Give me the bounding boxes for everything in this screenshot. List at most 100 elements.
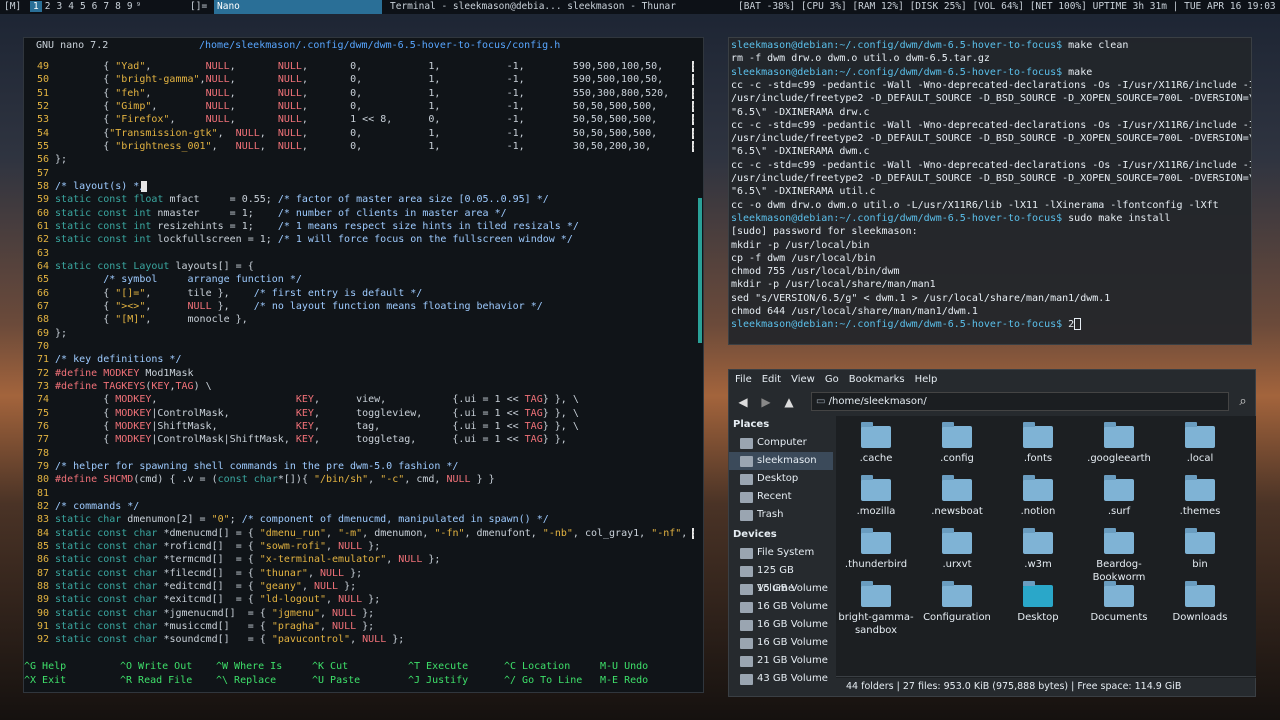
- sidebar-item[interactable]: Desktop: [729, 470, 833, 488]
- code-line[interactable]: 80 #define SHCMD(cmd) { .v = (const char…: [24, 473, 495, 486]
- layout-symbol[interactable]: []=: [190, 0, 207, 14]
- sidebar-item[interactable]: 16 GB Volume: [729, 616, 833, 634]
- sidebar-item[interactable]: 43 GB Volume: [729, 670, 833, 688]
- menu-go[interactable]: Go: [825, 374, 839, 385]
- location-bar[interactable]: ▭ /home/sleekmason/: [811, 392, 1229, 411]
- code-line[interactable]: 59 static const float mfact = 0.55; /* f…: [24, 193, 549, 206]
- code-area[interactable]: 49 { "Yad", NULL, NULL, 0, 1, -1, 590,50…: [24, 60, 694, 680]
- file-item[interactable]: .surf: [1079, 467, 1159, 518]
- code-line[interactable]: 83 static char dmenumon[2] = "0"; /* com…: [24, 513, 549, 526]
- sidebar-item[interactable]: 16 GB Volume: [729, 598, 833, 616]
- sidebar-item[interactable]: Recent: [729, 488, 833, 506]
- tag-3[interactable]: 3: [53, 1, 65, 12]
- code-line[interactable]: 53 { "Firefox", NULL, NULL, 1 << 8, 0, -…: [24, 113, 657, 126]
- code-line[interactable]: 62 static const int lockfullscreen = 1; …: [24, 233, 573, 246]
- code-line[interactable]: 68 { "[M]", monocle },: [24, 313, 248, 326]
- menu-help[interactable]: Help: [915, 374, 938, 385]
- file-item[interactable]: bin: [1160, 520, 1240, 571]
- sidebar-item[interactable]: sleekmason: [729, 452, 833, 470]
- tag-7[interactable]: 7: [100, 1, 112, 12]
- code-line[interactable]: 60 static const int nmaster = 1; /* numb…: [24, 207, 507, 220]
- nano-editor-window[interactable]: GNU nano 7.2 /home/sleekmason/.config/dw…: [23, 37, 704, 693]
- terminal-window[interactable]: sleekmason@debian:~/.config/dwm/dwm-6.5-…: [728, 37, 1252, 345]
- code-line[interactable]: 82 /* commands */: [24, 500, 139, 513]
- code-line[interactable]: 49 { "Yad", NULL, NULL, 0, 1, -1, 590,50…: [24, 60, 663, 73]
- code-line[interactable]: 55 { "brightness_001", NULL, NULL, 0, 1,…: [24, 140, 651, 153]
- code-line[interactable]: 86 static const char *termcmd[] = { "x-t…: [24, 553, 440, 566]
- thunar-window[interactable]: File Edit View Go Bookmarks Help ◀ ▶ ▲ ▭ /hom…: [728, 369, 1256, 697]
- code-line[interactable]: 89 static const char *exitcmd[] = { "ld-…: [24, 593, 380, 606]
- tag-1[interactable]: 1: [30, 1, 42, 12]
- code-line[interactable]: 72 #define MODKEY Mod1Mask: [24, 367, 194, 380]
- file-item[interactable]: .themes: [1160, 467, 1240, 518]
- code-line[interactable]: 81: [24, 487, 55, 500]
- tag-5[interactable]: 5: [77, 1, 89, 12]
- up-arrow-icon[interactable]: ▲: [781, 394, 797, 410]
- code-line[interactable]: 65 /* symbol arrange function */: [24, 273, 302, 286]
- file-item[interactable]: .thunderbird: [836, 520, 916, 571]
- file-item[interactable]: .newsboat: [917, 467, 997, 518]
- code-line[interactable]: 77 { MODKEY|ControlMask|ShiftMask, KEY, …: [24, 433, 567, 446]
- menu-view[interactable]: View: [791, 374, 815, 385]
- tag-6[interactable]: 6: [89, 1, 101, 12]
- code-line[interactable]: 79 /* helper for spawning shell commands…: [24, 460, 458, 473]
- code-line[interactable]: 50 { "bright-gamma",NULL, NULL, 0, 1, -1…: [24, 73, 663, 86]
- menu-file[interactable]: File: [735, 374, 752, 385]
- file-item[interactable]: .fonts: [998, 416, 1078, 465]
- code-line[interactable]: 56 };: [24, 153, 67, 166]
- window-titles[interactable]: Terminal - sleekmason@debia... sleekmaso…: [390, 0, 676, 14]
- file-item[interactable]: Configuration: [917, 573, 997, 624]
- file-item[interactable]: .local: [1160, 416, 1240, 465]
- code-line[interactable]: 91 static const char *musiccmd[] = { "pr…: [24, 620, 374, 633]
- sidebar-item[interactable]: Trash: [729, 506, 833, 524]
- code-line[interactable]: 78: [24, 447, 55, 460]
- code-line[interactable]: 76 { MODKEY|ShiftMask, KEY, tag, {.ui = …: [24, 420, 579, 433]
- tag-8[interactable]: 8: [112, 1, 124, 12]
- code-line[interactable]: 66 { "[]=", tile }, /* first entry is de…: [24, 287, 422, 300]
- code-line[interactable]: 85 static const char *roficmd[] = { "sow…: [24, 540, 380, 553]
- sidebar-item[interactable]: 15 GB Volume: [729, 580, 833, 598]
- code-line[interactable]: 90 static const char *jgmenucmd[] = { "j…: [24, 607, 374, 620]
- code-line[interactable]: 61 static const int resizehints = 1; /* …: [24, 220, 579, 233]
- sidebar-item[interactable]: 16 GB Volume: [729, 634, 833, 652]
- sidebar-item[interactable]: 21 GB Volume: [729, 652, 833, 670]
- code-line[interactable]: 54 {"Transmission-gtk", NULL, NULL, 0, 1…: [24, 127, 657, 140]
- layout-indicator[interactable]: [M]: [4, 0, 21, 14]
- file-item[interactable]: .config: [917, 416, 997, 465]
- code-line[interactable]: 69 };: [24, 327, 67, 340]
- sidebar-item[interactable]: Computer: [729, 434, 833, 452]
- menu-bookmarks[interactable]: Bookmarks: [849, 374, 905, 385]
- search-icon[interactable]: ⌕: [1235, 394, 1251, 410]
- file-item[interactable]: .mozilla: [836, 467, 916, 518]
- sidebar-item[interactable]: 125 GB Volume: [729, 562, 833, 594]
- scrollbar[interactable]: [698, 198, 702, 343]
- code-line[interactable]: 58 /* layout(s) */: [24, 180, 145, 193]
- file-item[interactable]: .cache: [836, 416, 916, 465]
- focused-window-title[interactable]: Nano: [214, 0, 382, 14]
- code-line[interactable]: 75 { MODKEY|ControlMask, KEY, toggleview…: [24, 407, 579, 420]
- file-item[interactable]: Desktop: [998, 573, 1078, 624]
- code-line[interactable]: 57: [24, 167, 55, 180]
- code-line[interactable]: 70: [24, 340, 55, 353]
- file-item[interactable]: bright-gamma-sandbox: [836, 573, 916, 637]
- file-item[interactable]: .urxvt: [917, 520, 997, 571]
- back-arrow-icon[interactable]: ◀: [735, 394, 751, 410]
- file-item[interactable]: .notion: [998, 467, 1078, 518]
- code-line[interactable]: 92 static const char *soundcmd[] = { "pa…: [24, 633, 404, 646]
- menu-edit[interactable]: Edit: [762, 374, 781, 385]
- tag-9[interactable]: 9: [124, 1, 136, 12]
- code-line[interactable]: 51 { "feh", NULL, NULL, 0, 1, -1, 550,30…: [24, 87, 669, 100]
- file-item[interactable]: .w3m: [998, 520, 1078, 571]
- code-line[interactable]: 74 { MODKEY, KEY, view, {.ui = 1 << TAG}…: [24, 393, 579, 406]
- tag-4[interactable]: 4: [65, 1, 77, 12]
- code-line[interactable]: 67 { "><>", NULL }, /* no layout functio…: [24, 300, 543, 313]
- code-line[interactable]: 71 /* key definitions */: [24, 353, 182, 366]
- code-line[interactable]: 73 #define TAGKEYS(KEY,TAG) \: [24, 380, 212, 393]
- code-line[interactable]: 63: [24, 247, 55, 260]
- tag-2[interactable]: 2: [42, 1, 54, 12]
- file-item[interactable]: Downloads: [1160, 573, 1240, 624]
- code-line[interactable]: 87 static const char *filecmd[] = { "thu…: [24, 567, 362, 580]
- code-line[interactable]: 88 static const char *editcmd[] = { "gea…: [24, 580, 356, 593]
- code-line[interactable]: 52 { "Gimp", NULL, NULL, 0, 1, -1, 50,50…: [24, 100, 657, 113]
- file-item[interactable]: Documents: [1079, 573, 1159, 624]
